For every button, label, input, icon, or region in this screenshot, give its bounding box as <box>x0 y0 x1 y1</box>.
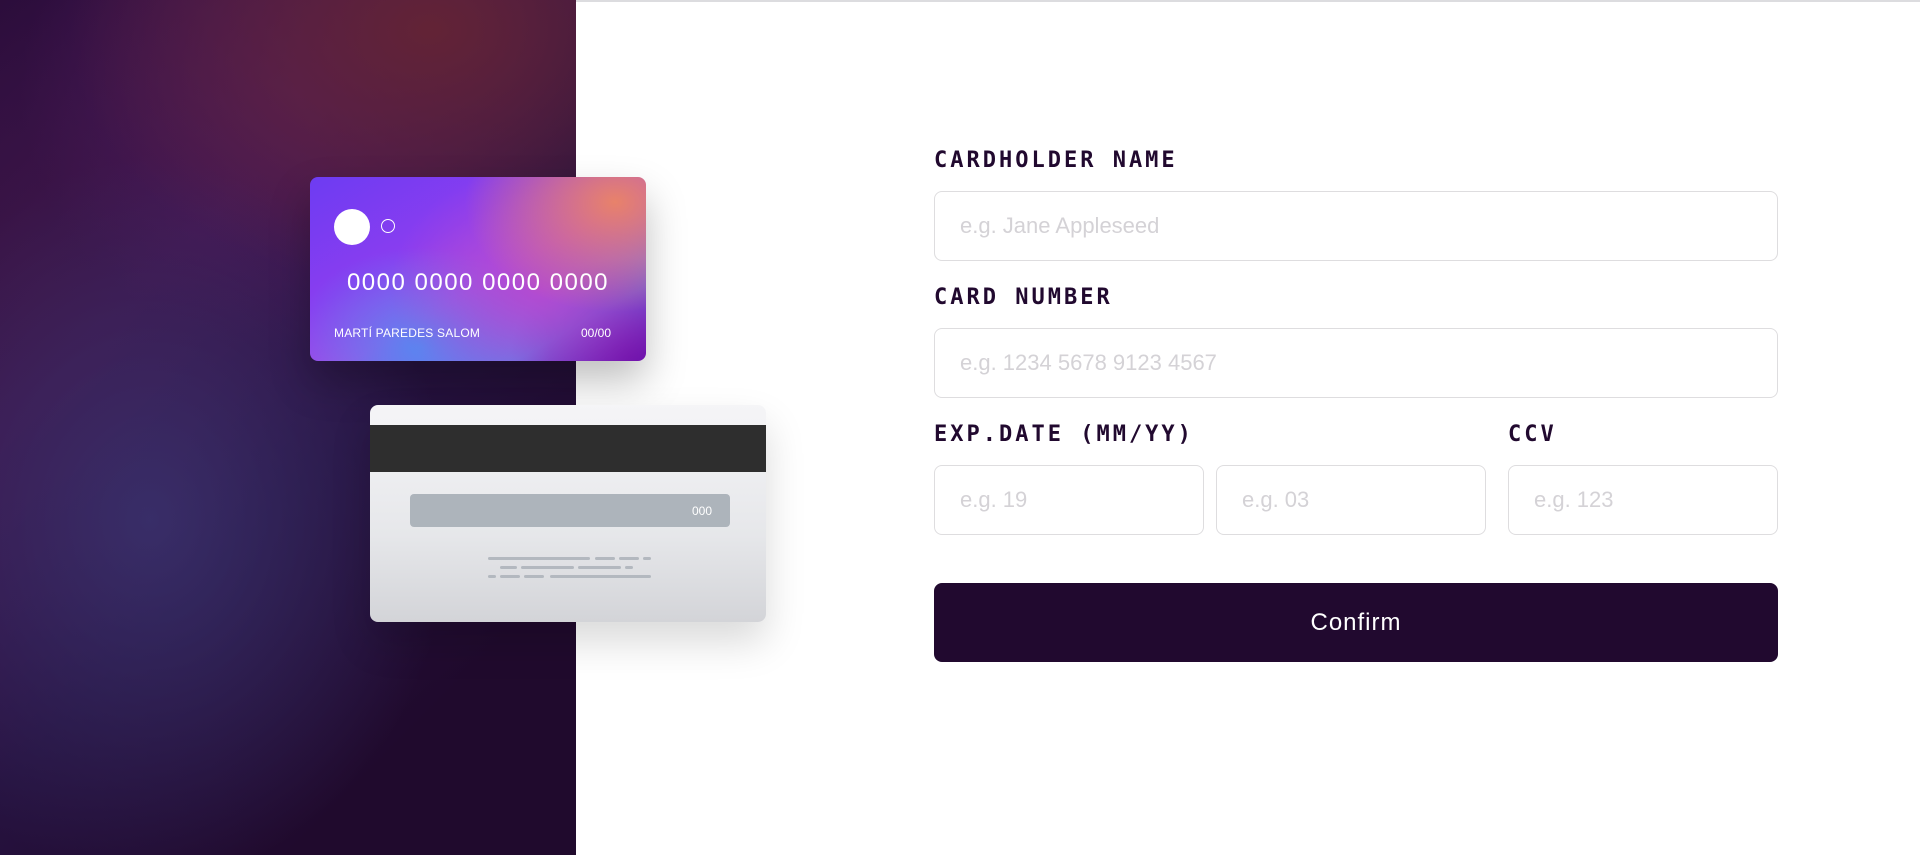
card-fineprint-line <box>595 557 615 560</box>
card-fineprint-line <box>521 566 574 569</box>
cardholder-name-label: CARDHOLDER NAME <box>934 148 1178 173</box>
card-fineprint-line <box>619 557 639 560</box>
card-logo-ring-icon <box>381 219 395 233</box>
card-details-form: CARDHOLDER NAME CARD NUMBER EXP.DATE (MM… <box>934 0 1778 855</box>
signature-strip: 000 <box>410 494 730 527</box>
card-expiry-display: 00/00 <box>580 326 611 340</box>
card-number-input[interactable] <box>934 328 1778 398</box>
card-cvc-display: 000 <box>691 504 712 518</box>
magnetic-stripe <box>370 425 766 472</box>
card-number-label: CARD NUMBER <box>934 285 1113 310</box>
card-front: 0000 0000 0000 0000 MARTÍ PAREDES SALOM … <box>310 177 646 361</box>
card-fineprint-line <box>500 566 517 569</box>
card-logo-circle-icon <box>334 209 370 245</box>
card-fineprint-line <box>578 566 621 569</box>
card-fineprint-line <box>488 575 496 578</box>
card-fineprint-line <box>500 575 520 578</box>
card-number-display: 0000 0000 0000 0000 <box>346 269 610 296</box>
exp-date-label: EXP.DATE (MM/YY) <box>934 422 1194 447</box>
cardholder-name-display: MARTÍ PAREDES SALOM <box>334 326 481 340</box>
exp-month-input[interactable] <box>934 465 1204 535</box>
card-fineprint-line <box>524 575 544 578</box>
exp-year-input[interactable] <box>1216 465 1486 535</box>
cvc-label: CCV <box>1508 422 1557 447</box>
cvc-input[interactable] <box>1508 465 1778 535</box>
card-fineprint-line <box>550 575 651 578</box>
cardholder-name-input[interactable] <box>934 191 1778 261</box>
confirm-button[interactable]: Confirm <box>934 583 1778 662</box>
card-fineprint-line <box>488 557 590 560</box>
card-back: 000 <box>370 405 766 622</box>
card-fineprint-line <box>625 566 633 569</box>
card-fineprint-line <box>643 557 651 560</box>
